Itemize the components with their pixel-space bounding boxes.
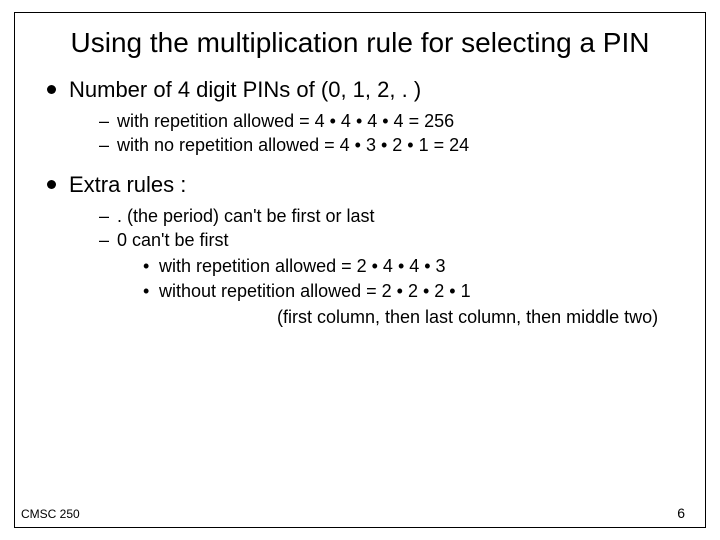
subsub-text: without repetition allowed = 2 • 2 • 2 •… bbox=[159, 281, 471, 301]
slide: Using the multiplication rule for select… bbox=[0, 0, 720, 540]
bullet-text: Extra rules : bbox=[69, 172, 186, 197]
subsub-item: without repetition allowed = 2 • 2 • 2 •… bbox=[143, 279, 677, 303]
sub-list: with repetition allowed = 4 • 4 • 4 • 4 … bbox=[69, 109, 677, 158]
sub-item: with no repetition allowed = 4 • 3 • 2 •… bbox=[99, 133, 677, 157]
slide-title: Using the multiplication rule for select… bbox=[43, 27, 677, 59]
footer-page-number: 6 bbox=[677, 505, 685, 521]
sub-list: . (the period) can't be first or last 0 … bbox=[69, 204, 677, 329]
sub-item: . (the period) can't be first or last bbox=[99, 204, 677, 228]
subsub-item: with repetition allowed = 2 • 4 • 4 • 3 bbox=[143, 254, 677, 278]
bullet-item: Extra rules : . (the period) can't be fi… bbox=[43, 172, 677, 329]
bullet-item: Number of 4 digit PINs of (0, 1, 2, . ) … bbox=[43, 77, 677, 158]
sub-text: 0 can't be first bbox=[117, 230, 229, 250]
subsub-list: with repetition allowed = 2 • 4 • 4 • 3 … bbox=[117, 254, 677, 303]
footer-course: CMSC 250 bbox=[21, 507, 80, 521]
sub-text: with no repetition allowed = 4 • 3 • 2 •… bbox=[117, 135, 469, 155]
note-text: (first column, then last column, then mi… bbox=[117, 305, 677, 329]
bullet-text: Number of 4 digit PINs of (0, 1, 2, . ) bbox=[69, 77, 421, 102]
bullet-list: Number of 4 digit PINs of (0, 1, 2, . ) … bbox=[43, 77, 677, 329]
sub-item: with repetition allowed = 4 • 4 • 4 • 4 … bbox=[99, 109, 677, 133]
sub-item: 0 can't be first with repetition allowed… bbox=[99, 228, 677, 329]
sub-text: with repetition allowed = 4 • 4 • 4 • 4 … bbox=[117, 111, 454, 131]
slide-frame: Using the multiplication rule for select… bbox=[14, 12, 706, 528]
subsub-text: with repetition allowed = 2 • 4 • 4 • 3 bbox=[159, 256, 446, 276]
sub-text: . (the period) can't be first or last bbox=[117, 206, 375, 226]
